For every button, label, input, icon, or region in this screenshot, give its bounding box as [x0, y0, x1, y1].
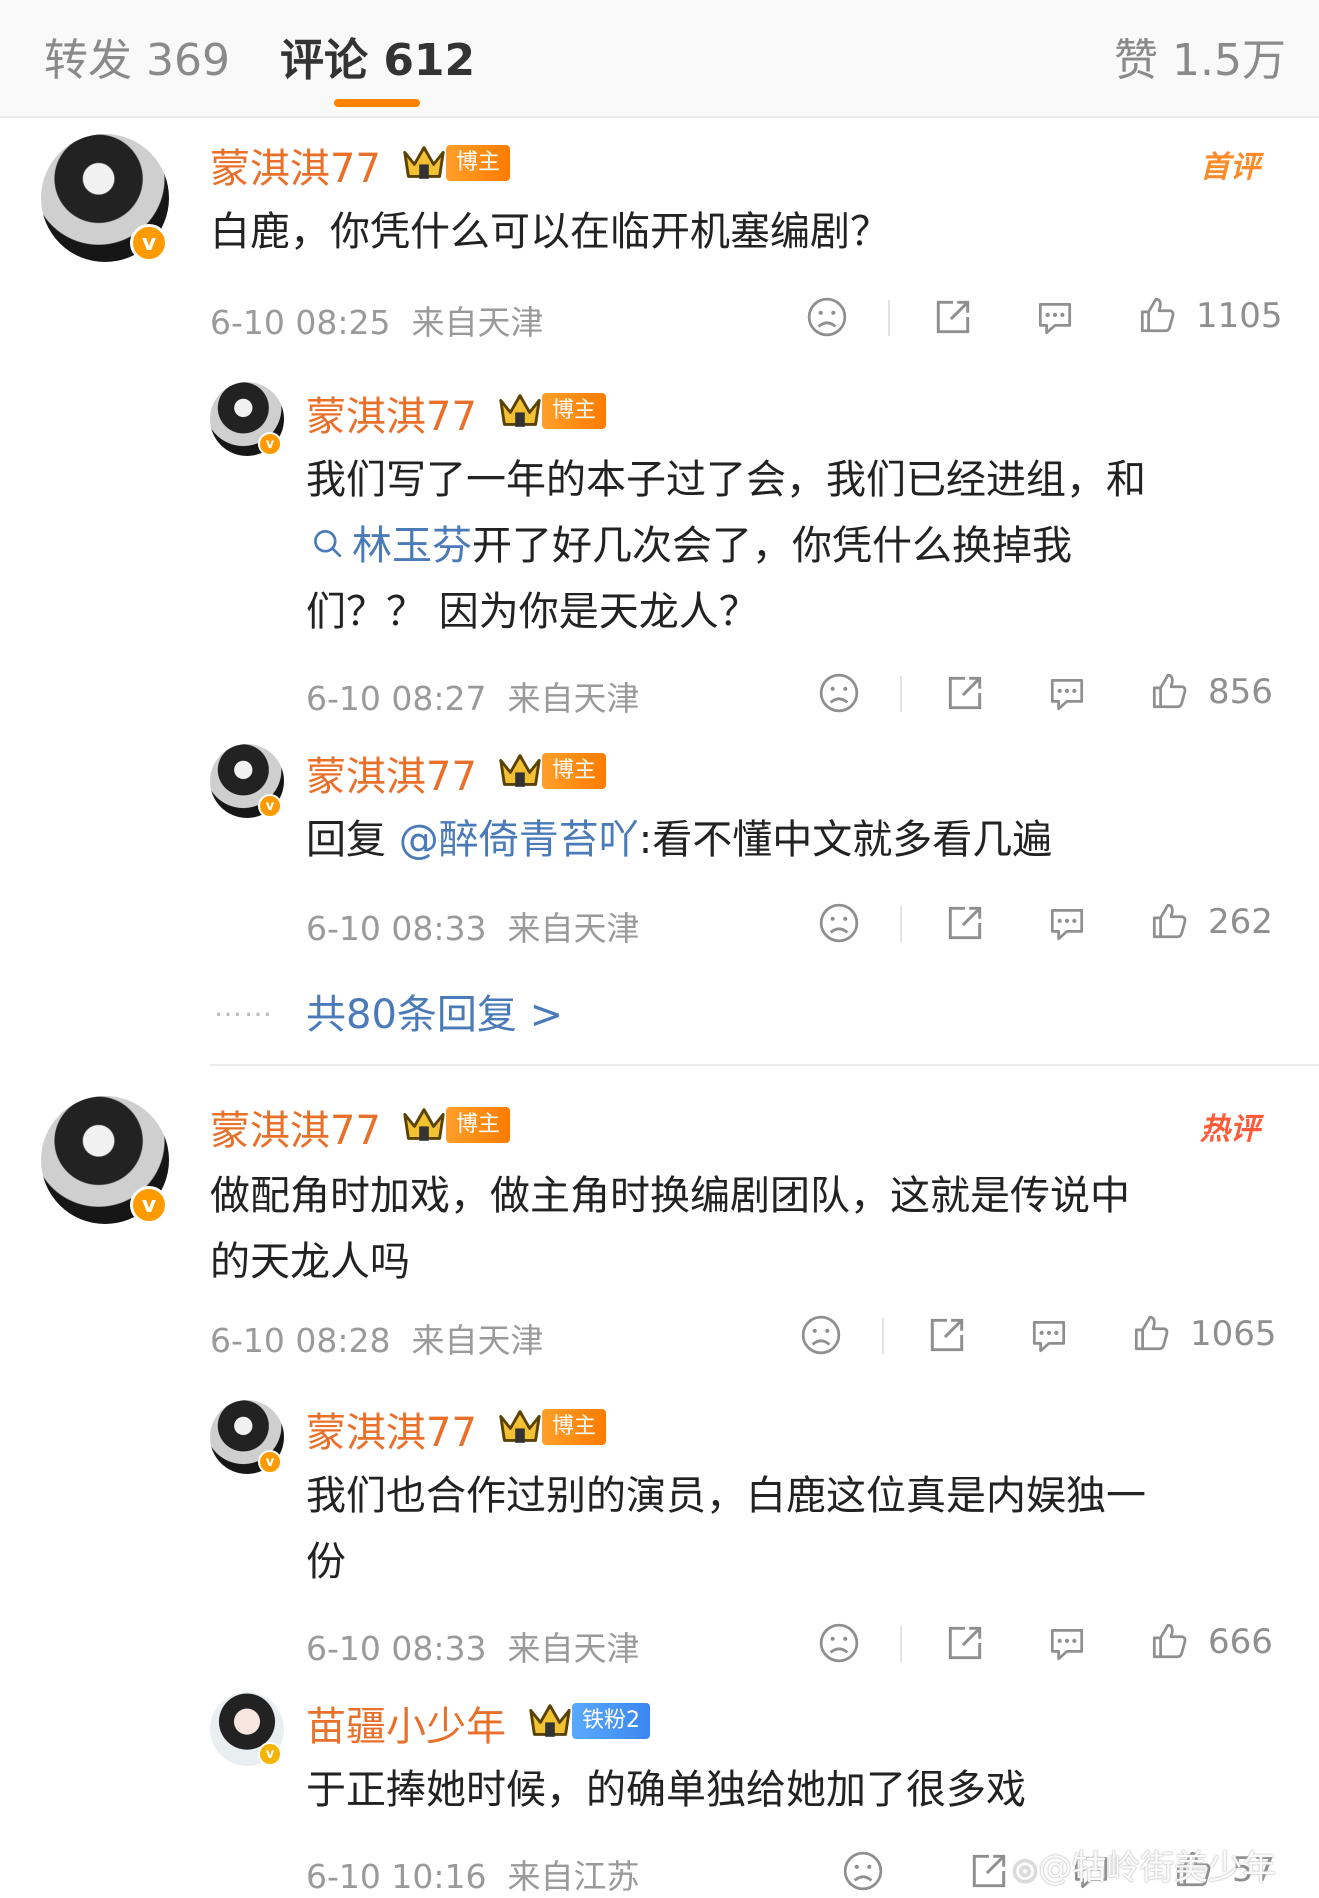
blogger-badge: 博主 — [446, 1107, 511, 1143]
comment-time: 6-10 08:33 来自天津 — [306, 909, 640, 948]
verified-badge-icon: v — [130, 224, 168, 262]
username[interactable]: 蒙淇淇77 — [210, 1098, 381, 1156]
comment-time: 6-10 08:33 来自天津 — [306, 1629, 640, 1668]
like-count: 1065 — [1190, 1314, 1277, 1354]
username[interactable]: 蒙淇淇77 — [306, 744, 477, 802]
comment-divider — [210, 1064, 1319, 1066]
sad-face-icon[interactable] — [842, 1850, 884, 1892]
view-more-replies-link[interactable]: 共80条回复 > — [306, 982, 563, 1040]
reply-text-line: 我们也合作过别的演员，白鹿这位真是内娱独一 — [306, 1473, 1146, 1519]
divider — [900, 906, 902, 942]
user-mention-link[interactable]: @醉倚青苔吖 — [399, 817, 639, 863]
ellipsis: …… — [214, 990, 274, 1023]
active-tab-indicator — [334, 99, 420, 107]
tab-comment[interactable]: 评论 612 — [280, 24, 475, 88]
search-icon — [310, 526, 346, 562]
thumbs-up-icon[interactable] — [1148, 900, 1190, 942]
divider — [882, 1318, 884, 1354]
divider — [888, 300, 890, 336]
comment-bubble-icon[interactable] — [1046, 1622, 1088, 1664]
share-icon[interactable] — [944, 902, 986, 944]
blogger-badge: 博主 — [446, 145, 511, 181]
comment-time: 6-10 08:28 来自天津 — [210, 1321, 544, 1360]
username[interactable]: 苗疆小少年 — [306, 1694, 506, 1752]
weibo-logo-icon: ◎ — [1012, 1852, 1039, 1887]
tab-bar: 转发 369 评论 612 赞 1.5万 — [0, 0, 1319, 118]
hot-comment-tag: 热评 — [1200, 1112, 1260, 1147]
reply-text: 于正捧她时候，的确单独给她加了很多戏 — [306, 1767, 1026, 1813]
comment-bubble-icon[interactable] — [1046, 672, 1088, 714]
share-icon[interactable] — [932, 296, 974, 338]
tab-repost[interactable]: 转发 369 — [44, 24, 230, 88]
blogger-badge: 博主 — [542, 393, 607, 429]
tab-like[interactable]: 赞 1.5万 — [1114, 24, 1286, 88]
share-icon[interactable] — [944, 1622, 986, 1664]
comment-bubble-icon[interactable] — [1028, 1314, 1070, 1356]
verified-badge-icon: v — [130, 1186, 168, 1224]
first-comment-tag: 首评 — [1200, 150, 1260, 185]
comment-text: 白鹿，你凭什么可以在临开机塞编剧？ — [210, 209, 890, 255]
like-count: 856 — [1208, 672, 1273, 712]
reply-text-line: 我们写了一年的本子过了会，我们已经进组，和 — [306, 457, 1146, 503]
comment-bubble-icon[interactable] — [1034, 296, 1076, 338]
blogger-badge: 博主 — [542, 753, 607, 789]
sad-face-icon[interactable] — [818, 1622, 860, 1664]
fan-level-badge: 铁粉2 — [572, 1703, 650, 1739]
reply-text-line: 份 — [306, 1539, 346, 1585]
thumbs-up-icon[interactable] — [1136, 294, 1178, 336]
verified-badge-icon: v — [258, 1742, 282, 1766]
share-icon[interactable] — [926, 1314, 968, 1356]
reply-text-line: 林玉芬开了好几次会了，你凭什么换掉我 — [352, 523, 1072, 569]
crown-icon — [400, 1100, 448, 1148]
verified-badge-icon: v — [258, 794, 282, 818]
weibo-watermark: ◎@牯岭街美少年 — [1012, 1848, 1277, 1888]
verified-badge-icon: v — [258, 432, 282, 456]
topic-link[interactable]: 林玉芬 — [352, 523, 472, 569]
crown-icon — [400, 138, 448, 186]
sad-face-icon[interactable] — [806, 296, 848, 338]
like-count: 1105 — [1196, 296, 1283, 336]
share-icon[interactable] — [944, 672, 986, 714]
crown-icon — [496, 746, 544, 794]
username[interactable]: 蒙淇淇77 — [210, 136, 381, 194]
crown-icon — [526, 1696, 574, 1744]
like-count: 262 — [1208, 902, 1273, 942]
reply-text-line: 们？？ 因为你是天龙人？ — [306, 589, 759, 635]
comment-text-line: 的天龙人吗 — [210, 1239, 410, 1285]
thumbs-up-icon[interactable] — [1148, 1620, 1190, 1662]
share-icon[interactable] — [968, 1850, 1010, 1892]
username[interactable]: 蒙淇淇77 — [306, 1400, 477, 1458]
sad-face-icon[interactable] — [800, 1314, 842, 1356]
crown-icon — [496, 1402, 544, 1450]
comment-time: 6-10 08:25 来自天津 — [210, 303, 544, 342]
thumbs-up-icon[interactable] — [1130, 1312, 1172, 1354]
crown-icon — [496, 386, 544, 434]
reply-text-line: 回复 @醉倚青苔吖:看不懂中文就多看几遍 — [306, 817, 1053, 863]
thumbs-up-icon[interactable] — [1148, 670, 1190, 712]
comment-text-line: 做配角时加戏，做主角时换编剧团队，这就是传说中 — [210, 1173, 1130, 1219]
comment-time: 6-10 10:16 来自江苏 — [306, 1857, 640, 1896]
blogger-badge: 博主 — [542, 1409, 607, 1445]
comment-bubble-icon[interactable] — [1046, 902, 1088, 944]
divider — [900, 676, 902, 712]
sad-face-icon[interactable] — [818, 672, 860, 714]
divider — [900, 1626, 902, 1662]
verified-badge-icon: v — [258, 1450, 282, 1474]
sad-face-icon[interactable] — [818, 902, 860, 944]
like-count: 666 — [1208, 1622, 1273, 1662]
username[interactable]: 蒙淇淇77 — [306, 384, 477, 442]
comment-time: 6-10 08:27 来自天津 — [306, 679, 640, 718]
